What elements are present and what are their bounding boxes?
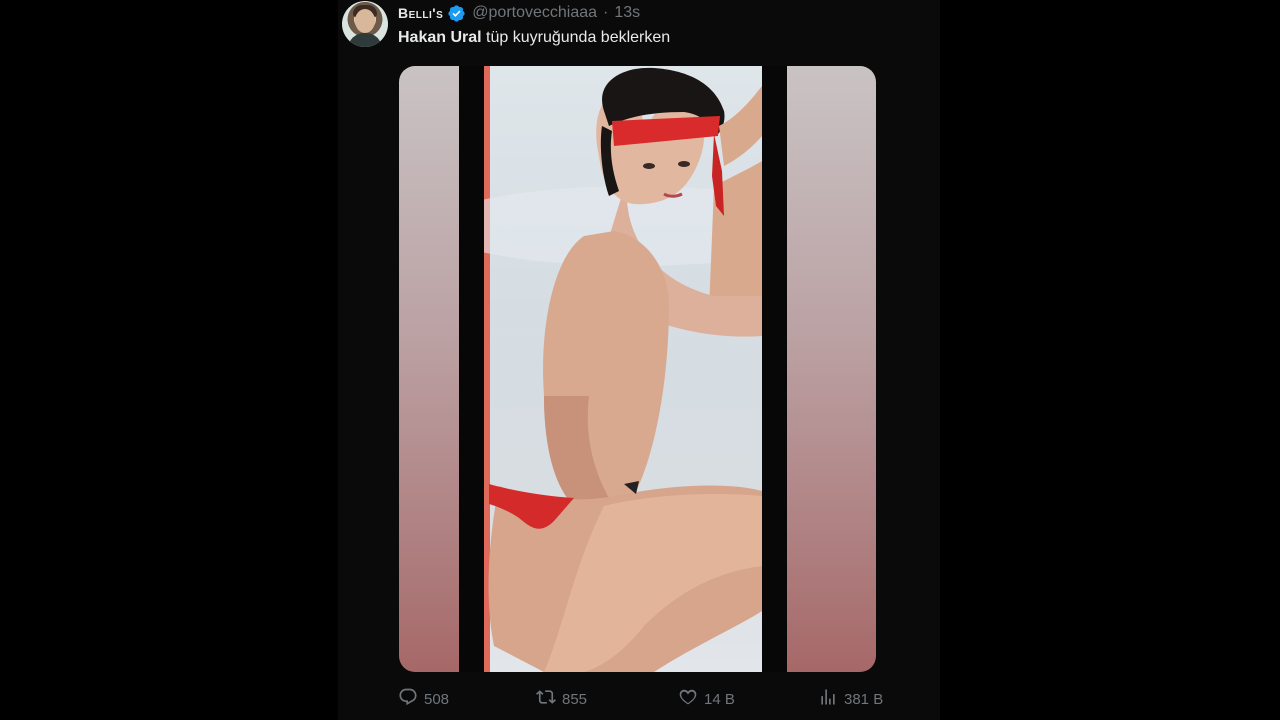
tweet-header: Belli's @portovecchiaaa · 13s	[398, 3, 640, 23]
media-letterbox-right	[762, 66, 787, 672]
like-count: 14 B	[704, 690, 735, 708]
tweet-text-rest: tüp kuyruğunda beklerken	[481, 29, 671, 46]
retweet-count: 855	[562, 690, 588, 708]
views-button[interactable]: 381 B	[818, 686, 883, 712]
user-handle[interactable]: @portovecchiaaa	[472, 4, 597, 22]
media-letterbox-left	[459, 66, 484, 672]
tweet-text: Hakan Ural tüp kuyruğunda beklerken	[398, 29, 670, 47]
tweet-card[interactable]: Belli's @portovecchiaaa · 13s Hakan Ural…	[338, 0, 940, 720]
separator-dot: ·	[603, 4, 609, 21]
tweet-time[interactable]: 13s	[614, 4, 640, 22]
retweet-icon	[536, 687, 556, 711]
verified-badge-icon[interactable]	[447, 4, 466, 23]
tweet-media[interactable]	[399, 66, 876, 672]
display-name[interactable]: Belli's	[398, 5, 443, 21]
tweet-actions: 508 855 14 B 381 B	[398, 686, 886, 712]
reply-icon	[398, 687, 418, 711]
like-button[interactable]: 14 B	[678, 686, 735, 712]
page: Belli's @portovecchiaaa · 13s Hakan Ural…	[0, 0, 1280, 720]
reply-count: 508	[424, 690, 450, 708]
avatar-face	[355, 9, 375, 33]
heart-icon	[678, 687, 698, 711]
views-count: 381 B	[844, 690, 884, 708]
reply-button[interactable]: 508	[398, 686, 449, 712]
photo-illustration	[484, 66, 762, 672]
views-icon	[818, 687, 838, 711]
tweet-text-bold: Hakan Ural	[398, 29, 482, 46]
retweet-button[interactable]: 855	[536, 686, 587, 712]
media-photo	[484, 66, 762, 672]
avatar[interactable]	[342, 1, 388, 47]
avatar-body	[348, 33, 382, 47]
